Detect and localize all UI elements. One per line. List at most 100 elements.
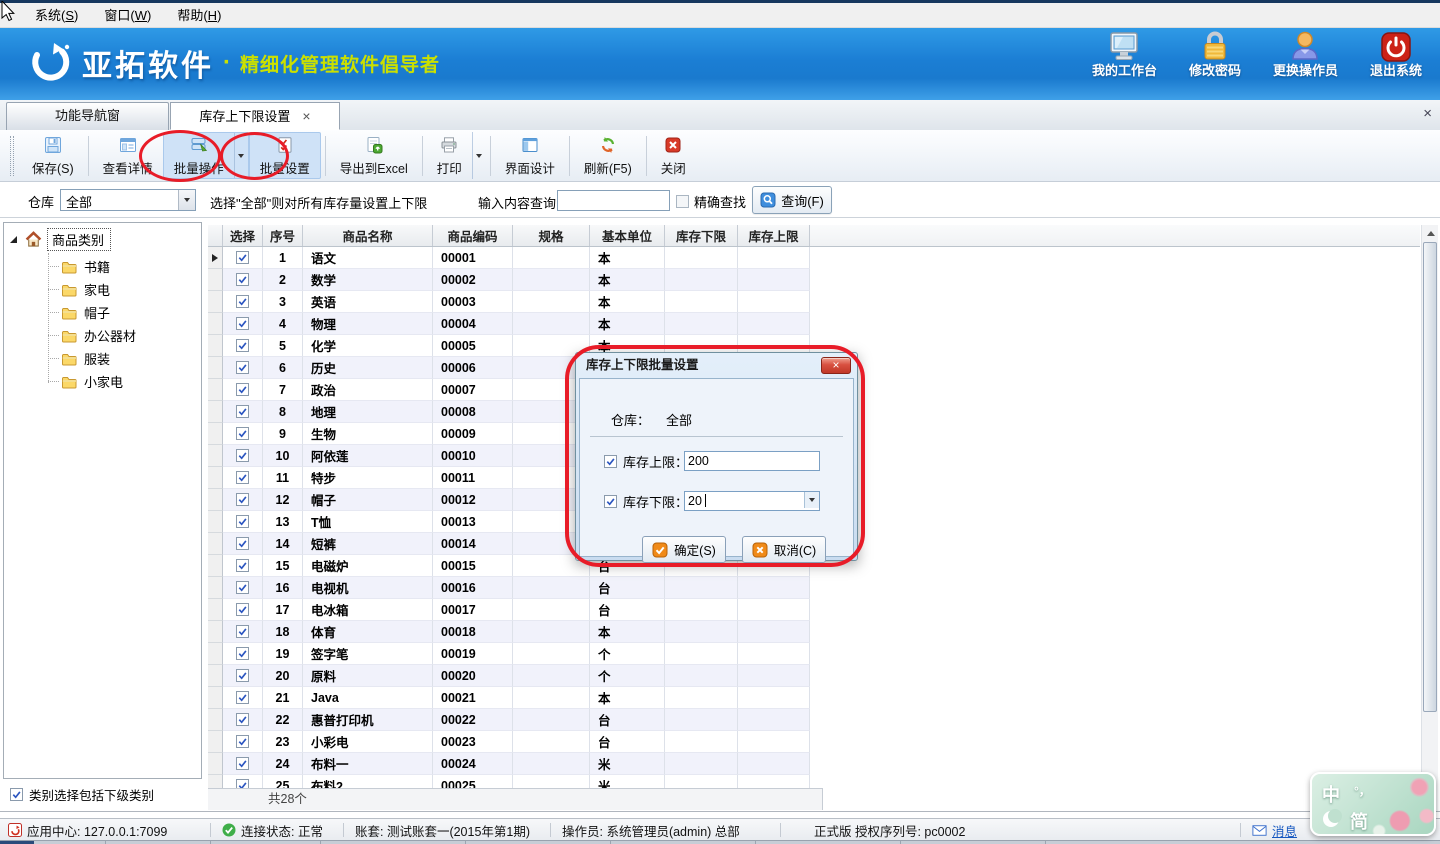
row-checkbox[interactable] xyxy=(236,779,249,788)
print-button-dropdown[interactable] xyxy=(472,132,486,179)
row-select-cell[interactable] xyxy=(223,401,263,423)
column-header-8[interactable]: 库存上限 xyxy=(738,225,810,246)
row-checkbox[interactable] xyxy=(236,581,249,594)
scrollbar-thumb[interactable] xyxy=(1423,242,1437,712)
column-header-3[interactable]: 商品名称 xyxy=(303,225,433,246)
row-select-cell[interactable] xyxy=(223,269,263,291)
row-checkbox[interactable] xyxy=(236,647,249,660)
upper-limit-input[interactable] xyxy=(684,451,820,471)
query-button[interactable]: 查询(F) xyxy=(752,186,832,214)
exact-search-option[interactable]: 精确查找 xyxy=(676,192,746,211)
chevron-down-icon[interactable] xyxy=(178,190,195,210)
row-select-cell[interactable] xyxy=(223,577,263,599)
row-checkbox[interactable] xyxy=(236,449,249,462)
row-select-cell[interactable] xyxy=(223,555,263,577)
row-checkbox[interactable] xyxy=(236,273,249,286)
refresh-button[interactable]: 刷新(F5) xyxy=(574,132,642,179)
exit-system-button[interactable]: 退出系统 xyxy=(1370,37,1422,79)
column-header-6[interactable]: 基本单位 xyxy=(590,225,665,246)
row-select-cell[interactable] xyxy=(223,379,263,401)
change-password-button[interactable]: 修改密码 xyxy=(1189,37,1241,79)
ui-design-button[interactable]: 界面设计 xyxy=(495,132,565,179)
tree-item-2[interactable]: 家电 xyxy=(4,278,201,301)
ime-widget[interactable]: 中 °， 简 xyxy=(1310,772,1436,836)
ime-simplified-indicator[interactable]: 简 xyxy=(1350,808,1368,834)
row-select-cell[interactable] xyxy=(223,511,263,533)
column-header-4[interactable]: 商品编码 xyxy=(433,225,513,246)
row-select-cell[interactable] xyxy=(223,357,263,379)
batch-operation-button[interactable]: 批量操作 xyxy=(164,133,234,178)
tree-item-4[interactable]: 办公器材 xyxy=(4,324,201,347)
search-input[interactable] xyxy=(557,190,670,211)
row-select-cell[interactable] xyxy=(223,291,263,313)
column-header-7[interactable]: 库存下限 xyxy=(665,225,738,246)
tab-close-icon[interactable]: × xyxy=(302,108,310,124)
menu-window[interactable]: 窗口(W) xyxy=(91,3,164,28)
row-select-cell[interactable] xyxy=(223,665,263,687)
upper-limit-checkbox[interactable] xyxy=(604,455,617,468)
tab-stock-limit-settings[interactable]: 库存上下限设置× xyxy=(170,102,340,130)
tree-root-label[interactable]: 商品类别 xyxy=(47,228,111,251)
column-header-5[interactable]: 规格 xyxy=(513,225,590,246)
row-select-cell[interactable] xyxy=(223,621,263,643)
tab-function-nav[interactable]: 功能导航窗 xyxy=(6,102,169,130)
row-checkbox[interactable] xyxy=(236,537,249,550)
row-checkbox[interactable] xyxy=(236,339,249,352)
message-link[interactable]: 消息 xyxy=(1272,821,1297,840)
column-header-2[interactable]: 序号 xyxy=(263,225,303,246)
dialog-ok-button[interactable]: 确定(S) xyxy=(642,536,726,563)
row-select-cell[interactable] xyxy=(223,731,263,753)
row-select-cell[interactable] xyxy=(223,753,263,775)
row-select-cell[interactable] xyxy=(223,445,263,467)
row-checkbox[interactable] xyxy=(236,317,249,330)
row-select-cell[interactable] xyxy=(223,533,263,555)
tree-expander-icon[interactable] xyxy=(10,236,17,243)
tree-item-6[interactable]: 小家电 xyxy=(4,370,201,393)
row-select-cell[interactable] xyxy=(223,599,263,621)
row-checkbox[interactable] xyxy=(236,691,249,704)
close-button[interactable]: 关闭 xyxy=(651,132,696,179)
column-header-1[interactable]: 选择 xyxy=(223,225,263,246)
row-checkbox[interactable] xyxy=(236,713,249,726)
exact-search-checkbox[interactable] xyxy=(676,195,689,208)
row-checkbox[interactable] xyxy=(236,669,249,682)
switch-operator-button[interactable]: 更换操作员 xyxy=(1273,37,1338,79)
dialog-close-icon[interactable]: × xyxy=(821,357,851,374)
tabbar-close-icon[interactable]: × xyxy=(1423,105,1432,122)
ime-language-indicator[interactable]: 中 xyxy=(1322,781,1340,807)
batch-operation-button-dropdown[interactable] xyxy=(234,133,248,178)
row-checkbox[interactable] xyxy=(236,625,249,638)
row-checkbox[interactable] xyxy=(236,471,249,484)
menu-system[interactable]: 系统(S) xyxy=(22,3,91,28)
lower-limit-checkbox[interactable] xyxy=(604,495,617,508)
vertical-scrollbar[interactable] xyxy=(1421,225,1438,812)
my-workbench-button[interactable]: 我的工作台 xyxy=(1092,37,1157,79)
row-select-cell[interactable] xyxy=(223,687,263,709)
row-select-cell[interactable] xyxy=(223,335,263,357)
tree-item-3[interactable]: 帽子 xyxy=(4,301,201,324)
row-checkbox[interactable] xyxy=(236,735,249,748)
row-select-cell[interactable] xyxy=(223,775,263,788)
scroll-up-icon[interactable] xyxy=(1422,225,1439,242)
tree-item-5[interactable]: 服装 xyxy=(4,347,201,370)
include-subcategory-option[interactable]: 类别选择包括下级类别 xyxy=(10,785,154,804)
save-button[interactable]: 保存(S) xyxy=(22,132,84,179)
row-checkbox[interactable] xyxy=(236,559,249,572)
row-select-cell[interactable] xyxy=(223,313,263,335)
print-button[interactable]: 打印 xyxy=(427,132,472,179)
chevron-down-icon[interactable] xyxy=(804,492,819,508)
row-select-cell[interactable] xyxy=(223,247,263,269)
message-link-item[interactable]: 消息 xyxy=(1252,819,1297,841)
view-details-button[interactable]: 查看详情 xyxy=(93,132,163,179)
row-select-cell[interactable] xyxy=(223,709,263,731)
menu-help[interactable]: 帮助(H) xyxy=(164,3,234,28)
row-checkbox[interactable] xyxy=(236,361,249,374)
row-checkbox[interactable] xyxy=(236,295,249,308)
row-checkbox[interactable] xyxy=(236,515,249,528)
row-select-cell[interactable] xyxy=(223,489,263,511)
row-select-cell[interactable] xyxy=(223,467,263,489)
tree-item-1[interactable]: 书籍 xyxy=(4,255,201,278)
tree-root-row[interactable]: 商品类别 xyxy=(10,228,199,251)
row-checkbox[interactable] xyxy=(236,427,249,440)
row-checkbox[interactable] xyxy=(236,603,249,616)
